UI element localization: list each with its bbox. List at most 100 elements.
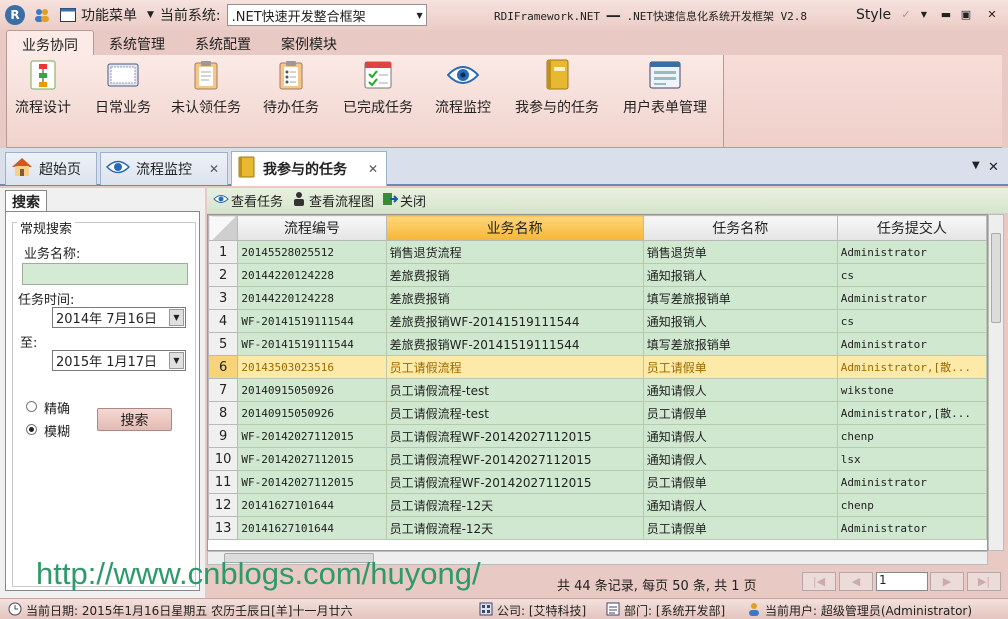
date-to-picker[interactable]: 2015年 1月17日 ▼ (52, 350, 186, 371)
row-number[interactable]: 3 (208, 286, 239, 310)
business-name-cell[interactable]: 差旅费报销WF-20141519111544 (385, 332, 644, 356)
business-name-cell[interactable]: 员工请假流程 (385, 355, 644, 379)
table-row[interactable]: 5 WF-20141519111544 差旅费报销WF-20141519111544… (208, 332, 987, 356)
business-name-input[interactable] (22, 263, 188, 285)
table-row[interactable]: 8 20140915050926 员工请假流程-test 员工请假单 Administr… (208, 401, 987, 425)
column-header[interactable]: 流程编号 (237, 215, 387, 241)
process-monitor-button[interactable]: 流程监控 (435, 59, 491, 117)
business-name-cell[interactable]: 差旅费报销 (385, 263, 644, 287)
table-row[interactable]: 10 WF-20142027112015 员工请假流程WF-201420271120… (208, 447, 987, 471)
table-row[interactable]: 3 20144220124228 差旅费报销 填写差旅报销单 Administrator (208, 286, 987, 310)
row-number[interactable]: 12 (208, 493, 239, 517)
close-button[interactable]: 关闭 (382, 191, 426, 211)
process-id-cell[interactable]: 20141627101644 (237, 493, 387, 517)
process-id-cell[interactable]: WF-20142027112015 (237, 424, 387, 448)
last-page-button[interactable]: ▶| (967, 572, 1001, 591)
tab-case-module[interactable]: 案例模块 (266, 30, 352, 55)
row-number[interactable]: 8 (208, 401, 239, 425)
workflow-design-button[interactable]: 流程设计 (15, 59, 71, 117)
process-id-cell[interactable]: 20144220124228 (237, 263, 387, 287)
submitter-cell[interactable]: Administrator (836, 240, 987, 264)
column-header[interactable]: 业务名称 (385, 215, 644, 241)
date-from-picker[interactable]: 2014年 7月16日 ▼ (52, 307, 186, 328)
process-id-cell[interactable]: WF-20142027112015 (237, 447, 387, 471)
table-row[interactable]: 1 20145528025512 销售退货流程 销售退货单 Administrator (208, 240, 987, 264)
submitter-cell[interactable]: Administrator,[散... (836, 355, 987, 379)
unclaimed-task-button[interactable]: 未认领任务 (171, 59, 241, 117)
task-name-cell[interactable]: 员工请假单 (642, 355, 838, 379)
business-name-cell[interactable]: 销售退货流程 (385, 240, 644, 264)
current-system-select[interactable]: .NET快速开发整合框架 ▼ (226, 4, 427, 26)
process-id-cell[interactable]: 20144220124228 (237, 286, 387, 310)
business-name-cell[interactable]: 员工请假流程WF-20142027112015 (385, 470, 644, 494)
scroll-thumb[interactable] (991, 233, 1001, 323)
close-icon[interactable]: ✕ (984, 8, 1000, 22)
style-menu[interactable]: Style (856, 7, 891, 23)
close-tab-icon[interactable]: ✕ (209, 162, 219, 176)
process-id-cell[interactable]: 20140915050926 (237, 378, 387, 402)
business-name-cell[interactable]: 员工请假流程WF-20142027112015 (385, 424, 644, 448)
task-name-cell[interactable]: 通知请假人 (642, 424, 838, 448)
submitter-cell[interactable]: lsx (836, 447, 987, 471)
submitter-cell[interactable]: cs (836, 309, 987, 333)
task-name-cell[interactable]: 通知请假人 (642, 493, 838, 517)
row-number[interactable]: 11 (208, 470, 239, 494)
chevron-down-icon[interactable]: ▼ (972, 160, 980, 171)
first-page-button[interactable]: |◀ (802, 572, 836, 591)
row-number[interactable]: 4 (208, 309, 239, 333)
search-tab[interactable]: 搜索 (5, 190, 47, 212)
process-id-cell[interactable]: 20141627101644 (237, 516, 387, 540)
table-row[interactable]: 6 20143503023516 员工请假流程 员工请假单 Administrator,… (208, 355, 987, 379)
table-row[interactable]: 9 WF-20142027112015 员工请假流程WF-2014202711201… (208, 424, 987, 448)
process-id-cell[interactable]: 20145528025512 (237, 240, 387, 264)
vertical-scrollbar[interactable] (988, 214, 1004, 551)
chevron-down-icon[interactable]: ▼ (169, 352, 184, 369)
maximize-icon[interactable]: ▣ (958, 8, 974, 22)
page-number-input[interactable]: 1 (876, 572, 928, 591)
submitter-cell[interactable]: chenp (836, 493, 987, 517)
process-id-cell[interactable]: WF-20141519111544 (237, 332, 387, 356)
check-icon[interactable]: ✓ (898, 8, 914, 22)
row-number[interactable]: 1 (208, 240, 239, 264)
submitter-cell[interactable]: Administrator (836, 470, 987, 494)
process-id-cell[interactable]: 20140915050926 (237, 401, 387, 425)
task-name-cell[interactable]: 通知请假人 (642, 378, 838, 402)
todo-task-button[interactable]: 待办任务 (263, 59, 319, 117)
submitter-cell[interactable]: Administrator (836, 516, 987, 540)
tab-system-config[interactable]: 系统配置 (180, 30, 266, 55)
my-participated-task-button[interactable]: 我参与的任务 (515, 59, 599, 117)
submitter-cell[interactable]: wikstone (836, 378, 987, 402)
business-name-cell[interactable]: 员工请假流程-12天 (385, 493, 644, 517)
table-row[interactable]: 13 20141627101644 员工请假流程-12天 员工请假单 Administr… (208, 516, 987, 540)
tab-process-monitor[interactable]: 流程监控 ✕ (100, 152, 228, 185)
completed-task-button[interactable]: 已完成任务 (343, 59, 413, 117)
row-number[interactable]: 7 (208, 378, 239, 402)
process-id-cell[interactable]: WF-20142027112015 (237, 470, 387, 494)
business-name-cell[interactable]: 差旅费报销WF-20141519111544 (385, 309, 644, 333)
tab-home[interactable]: 超始页 (5, 152, 97, 185)
search-button[interactable]: 搜索 (97, 408, 172, 431)
chevron-down-icon[interactable]: ▼ (169, 309, 184, 326)
tab-my-participated[interactable]: 我参与的任务 ✕ (231, 151, 387, 186)
exact-radio[interactable] (26, 401, 37, 412)
row-number[interactable]: 2 (208, 263, 239, 287)
chevron-down-icon[interactable]: ▼ (916, 8, 932, 22)
submitter-cell[interactable]: Administrator,[散... (836, 401, 987, 425)
business-name-cell[interactable]: 员工请假流程-test (385, 401, 644, 425)
task-name-cell[interactable]: 通知请假人 (642, 447, 838, 471)
menu-window-icon[interactable] (59, 7, 77, 23)
table-row[interactable]: 12 20141627101644 员工请假流程-12天 通知请假人 chenp (208, 493, 987, 517)
users-icon[interactable] (33, 7, 51, 23)
row-number[interactable]: 5 (208, 332, 239, 356)
process-id-cell[interactable]: WF-20141519111544 (237, 309, 387, 333)
submitter-cell[interactable]: Administrator (836, 286, 987, 310)
task-name-cell[interactable]: 填写差旅报销单 (642, 286, 838, 310)
table-row[interactable]: 2 20144220124228 差旅费报销 通知报销人 cs (208, 263, 987, 287)
table-row[interactable]: 11 WF-20142027112015 员工请假流程WF-201420271120… (208, 470, 987, 494)
next-page-button[interactable]: ▶ (930, 572, 964, 591)
business-name-cell[interactable]: 差旅费报销 (385, 286, 644, 310)
view-task-button[interactable]: 查看任务 (213, 191, 283, 210)
row-number[interactable]: 13 (208, 516, 239, 540)
task-name-cell[interactable]: 销售退货单 (642, 240, 838, 264)
submitter-cell[interactable]: cs (836, 263, 987, 287)
